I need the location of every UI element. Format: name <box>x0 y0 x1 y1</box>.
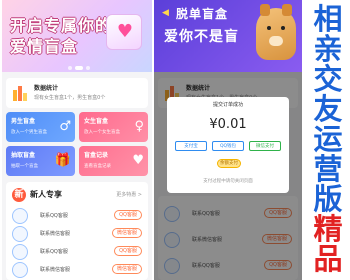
speaker-icon: ◀ <box>162 8 169 18</box>
avatar-icon <box>12 262 28 278</box>
title-char: 亲 <box>313 32 343 66</box>
banner-title-line2: 爱情盲盒 <box>10 37 79 56</box>
promo-banner[interactable]: 开启专属你的 爱情盲盒 ♥ <box>2 0 152 72</box>
gift-icon: 🎁 <box>54 153 71 168</box>
middle-phone-screen: ◀ 脱单盲盒 爱你不是盲 数据统计 现有女生盲盒1个，男生盲盒0个 联系QQ客服… <box>154 0 302 280</box>
carousel-dot[interactable] <box>86 66 90 70</box>
new-user-icon: 新 <box>12 188 26 202</box>
title-char: 相 <box>313 2 343 36</box>
alipay-button[interactable]: 支付宝 <box>175 141 207 151</box>
title-char: 友 <box>313 92 343 126</box>
avatar-icon <box>12 208 28 224</box>
stats-title: 数据统计 <box>34 85 59 92</box>
record-tile[interactable]: 盲盒记录 查看盲盒记录 ♥ <box>79 146 148 176</box>
carousel-dot[interactable] <box>68 66 72 70</box>
banner-title-line2: 爱你不是盲 <box>164 29 239 45</box>
modal-title: 提交订单成功 <box>212 102 243 108</box>
left-phone-screen: 开启专属你的 爱情盲盒 ♥ 数据统计 现有女生盲盒1个，男生盲盒0个 男生盲盒 … <box>2 0 152 280</box>
title-char-highlight: 精 <box>313 212 343 246</box>
contact-button[interactable]: 微信客服 <box>111 228 142 238</box>
list-item-label: 联系微信客服 <box>40 267 71 273</box>
contact-button[interactable]: QQ客服 <box>114 246 142 256</box>
avatar-icon <box>12 244 28 260</box>
vertical-title: 相 亲 交 友 运 营 版 精 品 <box>304 0 350 280</box>
promo-banner[interactable]: ◀ 脱单盲盒 爱你不是盲 <box>154 0 302 72</box>
list-item[interactable]: 联系QQ客服 QQ客服 <box>12 242 142 262</box>
list-item-label: 联系QQ客服 <box>40 249 68 255</box>
payment-options: 支付宝 QQ钱包 微信支付 <box>175 141 281 151</box>
heart-hand-icon: ♥ <box>132 153 144 168</box>
carousel-dot-active[interactable] <box>75 66 83 70</box>
section-title: 新人专享 <box>30 190 62 199</box>
qq-wallet-button[interactable]: QQ钱包 <box>212 141 244 151</box>
contact-button[interactable]: QQ客服 <box>114 210 142 220</box>
list-item[interactable]: 联系微信客服 微信客服 <box>12 224 142 244</box>
male-icon: ♂ <box>59 119 71 134</box>
modal-footnote: 支付过程中请勿关闭页面 <box>203 179 253 184</box>
list-item-label: 联系QQ客服 <box>40 213 68 219</box>
avatar-icon <box>12 226 28 242</box>
list-item[interactable]: 联系微信客服 微信客服 <box>12 260 142 280</box>
stats-card: 数据统计 现有女生盲盒1个，男生盲盒0个 <box>6 78 148 108</box>
female-box-tile[interactable]: 女生盲盒 放入一个女生盲盒 ♀ <box>79 112 148 142</box>
contact-button[interactable]: 微信客服 <box>111 264 142 274</box>
male-box-tile[interactable]: 男生盲盒 放入一个男生盲盒 ♂ <box>6 112 75 142</box>
stats-subtitle: 现有女生盲盒1个，男生盲盒0个 <box>34 95 106 101</box>
title-char: 营 <box>313 152 343 186</box>
more-link[interactable]: 更多特惠 > <box>116 191 142 198</box>
female-icon: ♀ <box>134 119 144 134</box>
gift-box-icon: ♥ <box>106 14 142 50</box>
balance-pay-button[interactable]: 余额支付 <box>217 159 241 168</box>
new-user-section: 新 新人专享 更多特惠 > 联系QQ客服 QQ客服 联系微信客服 微信客服 联系… <box>6 182 148 280</box>
carousel-dots <box>68 66 90 70</box>
title-char: 交 <box>313 62 343 96</box>
banner-title-line1: 脱单盲盒 <box>176 7 229 21</box>
order-price: ¥0.01 <box>209 117 247 132</box>
draw-box-tile[interactable]: 抽取盲盒 抽取一个盲盒 🎁 <box>6 146 75 176</box>
title-char-highlight: 品 <box>313 242 343 276</box>
list-item-label: 联系微信客服 <box>40 231 71 237</box>
title-char: 运 <box>313 122 343 156</box>
title-char: 版 <box>313 182 343 216</box>
doge-image <box>256 4 296 60</box>
stats-icon <box>13 86 27 101</box>
payment-modal: 提交订单成功 ¥0.01 支付宝 QQ钱包 微信支付 余额支付 支付过程中请勿关… <box>167 97 289 193</box>
list-item[interactable]: 联系QQ客服 QQ客服 <box>12 206 142 226</box>
wechat-pay-button[interactable]: 微信支付 <box>249 141 281 151</box>
